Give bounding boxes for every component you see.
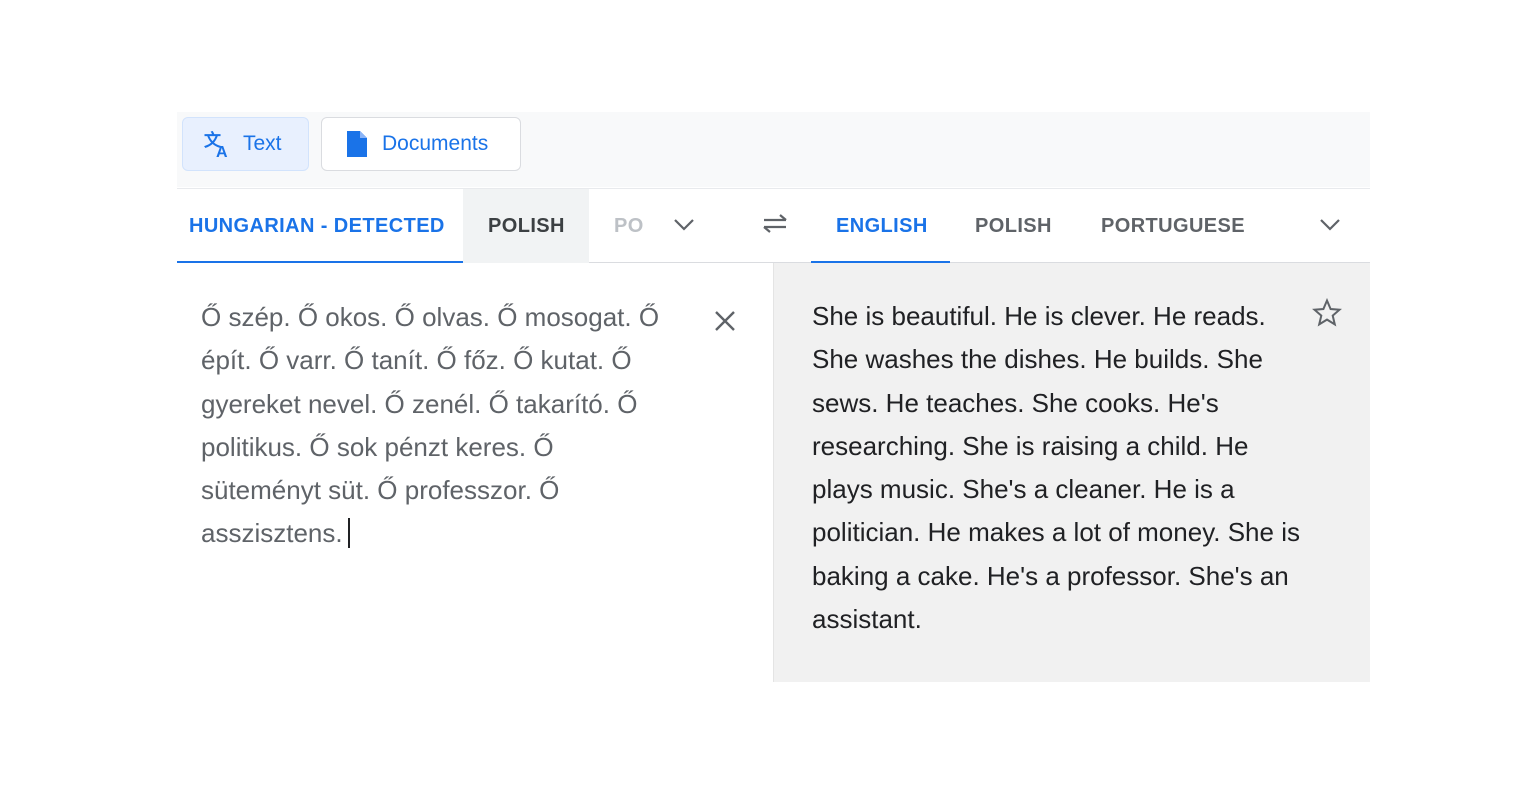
documents-mode-button[interactable]: Documents: [321, 117, 521, 171]
source-tab-partial[interactable]: PO: [589, 189, 659, 263]
target-more-languages-button[interactable]: [1313, 189, 1347, 263]
source-tab-detected[interactable]: HUNGARIAN - DETECTED: [177, 189, 463, 264]
source-more-languages-button[interactable]: [667, 189, 701, 263]
target-tab-portuguese[interactable]: PORTUGUESE: [1076, 189, 1256, 263]
translation-text: She is beautiful. He is clever. He reads…: [812, 301, 1300, 635]
svg-text:A: A: [216, 144, 228, 159]
text-mode-button[interactable]: 文 A Text: [182, 117, 309, 171]
target-tab-polish[interactable]: POLISH: [950, 189, 1076, 263]
text-caret: [347, 518, 350, 549]
clear-source-button[interactable]: [707, 305, 743, 341]
translate-widget: 文 A Text Documents HUNGARIAN - DETECTED …: [177, 112, 1370, 682]
translation-panel: She is beautiful. He is clever. He reads…: [773, 263, 1370, 682]
close-icon: [713, 309, 737, 338]
swap-languages-button[interactable]: [755, 189, 795, 263]
document-icon: [342, 129, 372, 159]
language-bar: HUNGARIAN - DETECTED POLISH PO ENGLISH P…: [177, 188, 1370, 264]
source-tab-polish[interactable]: POLISH: [463, 189, 589, 263]
chevron-down-icon: [673, 215, 695, 238]
target-tab-english[interactable]: ENGLISH: [811, 189, 950, 264]
source-text: Ő szép. Ő okos. Ő olvas. Ő mosogat. Ő ép…: [201, 302, 660, 549]
translate-icon: 文 A: [203, 129, 233, 159]
save-translation-button[interactable]: [1309, 297, 1345, 333]
swap-languages-icon: [760, 211, 790, 241]
text-mode-label: Text: [243, 132, 282, 155]
source-panel: Ő szép. Ő okos. Ő olvas. Ő mosogat. Ő ép…: [177, 263, 773, 682]
mode-bar: 文 A Text Documents: [177, 112, 1370, 187]
chevron-down-icon: [1319, 215, 1341, 238]
source-text-input[interactable]: Ő szép. Ő okos. Ő olvas. Ő mosogat. Ő ép…: [201, 296, 676, 556]
documents-mode-label: Documents: [382, 132, 489, 155]
star-icon: [1312, 297, 1342, 333]
